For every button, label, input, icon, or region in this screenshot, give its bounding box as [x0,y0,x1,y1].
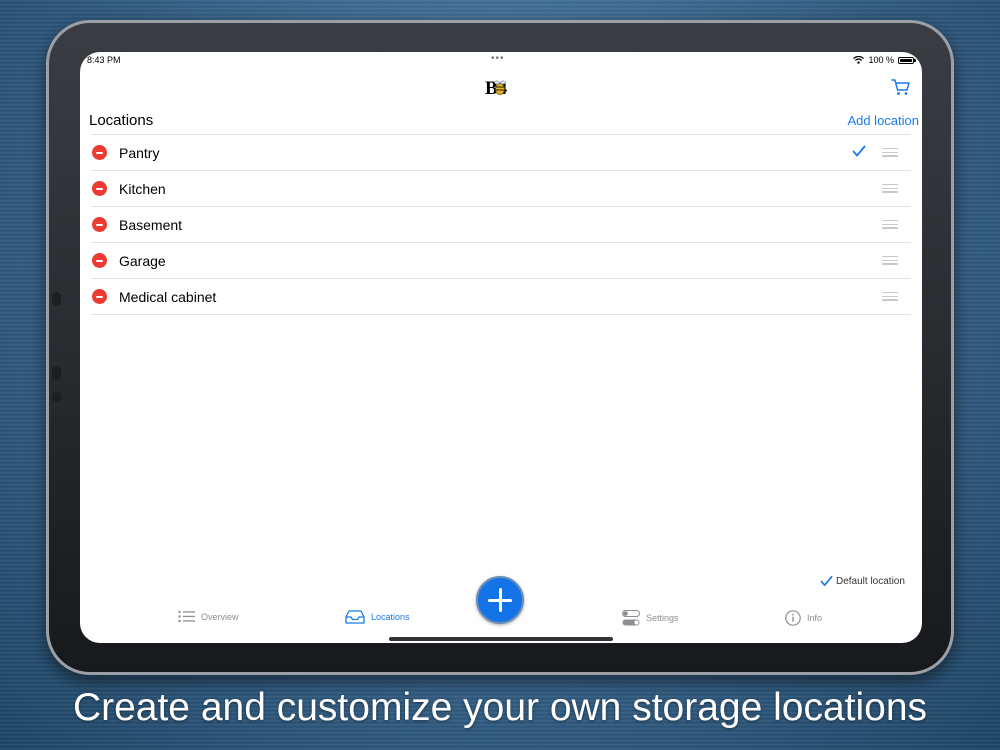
tab-info[interactable]: Info [785,610,822,626]
location-row-kitchen[interactable]: Kitchen [91,171,911,207]
location-label: Kitchen [119,181,166,197]
location-label: Medical cabinet [119,289,217,305]
reorder-handle-icon[interactable] [882,220,898,229]
reorder-handle-icon[interactable] [882,184,898,193]
battery-percent: 100 % [868,55,894,65]
wifi-icon [853,56,865,64]
cart-icon[interactable] [891,78,911,96]
checkmark-icon [820,575,833,587]
reorder-handle-icon[interactable] [882,292,898,301]
side-button-middle [52,366,61,380]
tab-locations[interactable]: Locations [345,610,410,624]
location-row-basement[interactable]: Basement [91,207,911,243]
location-row-pantry[interactable]: Pantry [91,135,911,171]
location-row-medical-cabinet[interactable]: Medical cabinet [91,279,911,315]
delete-icon[interactable] [92,253,107,268]
app-logo: B4 [485,78,508,98]
battery-icon [898,56,916,64]
tab-label: Overview [201,611,239,622]
delete-icon[interactable] [92,289,107,304]
default-checkmark-icon [852,145,866,157]
multitasking-dots[interactable]: ••• [491,53,505,64]
reorder-handle-icon[interactable] [882,148,898,157]
locations-list: Pantry Kitchen Basement Garage Medical c… [91,135,911,315]
side-button-top [52,292,61,306]
default-location-legend: Default location [820,575,905,587]
info-icon [785,610,801,626]
app-screen: 8:43 PM ••• 100 % B4 Locations Add locat… [80,52,922,643]
tab-label: Locations [371,612,410,622]
status-time: 8:43 PM [87,55,121,65]
reorder-handle-icon[interactable] [882,256,898,265]
tab-label: Info [807,613,823,623]
location-label: Basement [119,217,183,233]
delete-icon[interactable] [92,181,107,196]
delete-icon[interactable] [92,217,107,232]
tab-label: Settings [646,613,679,623]
location-label: Garage [119,253,166,269]
add-item-button[interactable] [476,576,524,624]
tab-settings[interactable]: Settings [622,610,679,626]
status-indicators: 100 % [853,55,916,65]
location-row-garage[interactable]: Garage [91,243,911,279]
tab-overview[interactable]: Overview [178,610,239,623]
toggles-icon [622,610,640,626]
home-indicator[interactable] [389,637,613,641]
status-bar: 8:43 PM ••• 100 % [80,52,922,70]
promo-caption: Create and customize your own storage lo… [72,686,928,729]
section-title: Locations [89,112,154,129]
list-icon [178,610,195,623]
tray-icon [345,610,365,624]
delete-icon[interactable] [92,145,107,160]
side-button-bottom [52,392,61,402]
add-location-button[interactable]: Add location [847,113,919,128]
location-label: Pantry [119,145,160,161]
legend-label: Default location [836,575,905,587]
